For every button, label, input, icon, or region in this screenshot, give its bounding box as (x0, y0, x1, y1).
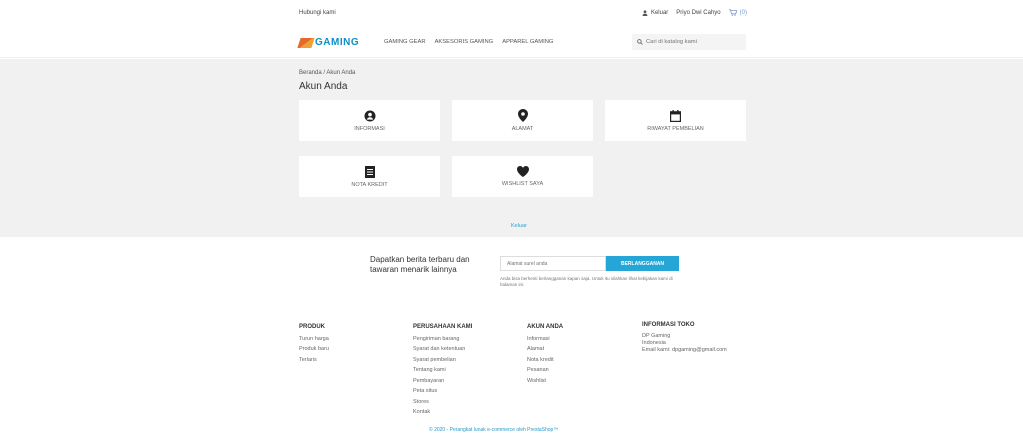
footer-column-title: PERUSAHAAN KAMI (413, 324, 473, 330)
tile-riwayat-pembelian[interactable]: RIWAYAT PEMBELIAN (605, 100, 746, 141)
store-name: DP Gaming (642, 333, 671, 339)
cart-link[interactable]: (0) (728, 9, 747, 16)
category-menu: GAMING GEAR AKSESORIS GAMING APPAREL GAM… (384, 39, 553, 45)
footer-column-produk: PRODUK Turun harga Produk baru Terlaris (299, 322, 329, 365)
location-pin-icon (517, 109, 528, 122)
footer-link[interactable]: Pengiriman barang (413, 334, 472, 345)
footer-column-title: AKUN ANDA (527, 324, 564, 330)
footer-link[interactable]: Syarat pembelian (413, 355, 472, 366)
tile-nota-kredit[interactable]: NOTA KREDIT (299, 156, 440, 197)
search-box (632, 34, 746, 50)
newsletter-heading: Dapatkan berita terbaru dan tawaran mena… (370, 255, 470, 274)
newsletter-note: Anda bisa berhenti berlangganan kapan sa… (500, 276, 673, 287)
footer-column-title: INFORMASI TOKO (642, 322, 695, 328)
tile-label: WISHLIST SAYA (501, 181, 544, 187)
footer-link[interactable]: Terlaris (299, 355, 329, 366)
breadcrumb: Beranda / Akun Anda (299, 70, 356, 76)
logout-label: Keluar (650, 9, 669, 16)
tile-label: ALAMAT (511, 126, 534, 132)
tile-label: NOTA KREDIT (351, 181, 388, 188)
footer-link[interactable]: Kontak (413, 407, 472, 418)
heart-icon (516, 166, 529, 177)
footer-link[interactable]: Nota kredit (527, 355, 563, 366)
logout-bottom-link[interactable]: Keluar (511, 223, 527, 229)
tile-label: RIWAYAT PEMBELIAN (647, 125, 704, 132)
footer-column-title: PRODUK (299, 324, 326, 330)
footer-column-info-toko: INFORMASI TOKO DP Gaming Indonesia Email… (642, 322, 727, 354)
top-bar: Hubungi kami Keluar Priyo Dwi Cahyo (0) (0, 0, 1023, 28)
logo[interactable]: GAMING (297, 37, 360, 48)
calendar-icon (670, 109, 681, 122)
cart-count: (0) (739, 9, 747, 16)
tile-informasi[interactable]: INFORMASI (299, 100, 440, 141)
footer-link[interactable]: Tentang kami (413, 365, 472, 376)
copyright[interactable]: © 2020 - Perangkat lunak e-commerce oleh… (429, 427, 558, 433)
footer-column-perusahaan: PERUSAHAAN KAMI Pengiriman barang Syarat… (413, 322, 472, 418)
account-name-link[interactable]: Priyo Dwi Cahyo (676, 10, 720, 16)
footer-link[interactable]: Turun harga (299, 334, 329, 345)
footer-link[interactable]: Syarat dan ketentuan (413, 344, 472, 355)
logo-text: GAMING (315, 37, 360, 48)
footer-link[interactable]: Produk baru (299, 344, 329, 355)
account-content: Beranda / Akun Anda Akun Anda INFORMASI … (0, 59, 1023, 237)
contact-link[interactable]: Hubungi kami (299, 10, 336, 16)
menu-item-aksesoris[interactable]: AKSESORIS GAMING (435, 39, 494, 45)
footer-column-akun: AKUN ANDA Informasi Alamat Nota kredit P… (527, 322, 563, 386)
tile-wishlist[interactable]: WISHLIST SAYA (452, 156, 593, 197)
footer-link[interactable]: Pesanan (527, 365, 563, 376)
user-icon (642, 9, 648, 16)
tile-alamat[interactable]: ALAMAT (452, 100, 593, 141)
store-country: Indonesia (642, 340, 666, 346)
menu-item-apparel[interactable]: APPAREL GAMING (502, 39, 553, 45)
logo-mark (297, 37, 315, 48)
footer-link[interactable]: Peta situs (413, 386, 472, 397)
tile-label: INFORMASI (354, 125, 385, 132)
main-nav: GAMING GAMING GEAR AKSESORIS GAMING APPA… (0, 28, 1023, 58)
search-icon[interactable] (637, 39, 643, 45)
page-title: Akun Anda (299, 81, 348, 92)
search-input[interactable] (646, 39, 741, 45)
footer-link[interactable]: Informasi (527, 334, 563, 345)
menu-item-gaming-gear[interactable]: GAMING GEAR (384, 39, 426, 45)
cart-icon (728, 9, 737, 16)
store-email[interactable]: Email kami: dpgaming@gmail.com (642, 347, 727, 354)
footer-link[interactable]: Alamat (527, 344, 563, 355)
footer-link[interactable]: Stores (413, 397, 472, 408)
newsletter-email-input[interactable] (500, 256, 606, 271)
logout-link[interactable]: Keluar (642, 10, 668, 16)
top-bar-user-area: Keluar Priyo Dwi Cahyo (0) (642, 9, 747, 16)
footer-link[interactable]: Wishlist (527, 376, 563, 387)
subscribe-button[interactable]: BERLANGGANAN (606, 256, 679, 271)
user-circle-icon (364, 110, 375, 121)
document-icon (364, 165, 375, 178)
footer-link[interactable]: Pembayaran (413, 376, 472, 387)
